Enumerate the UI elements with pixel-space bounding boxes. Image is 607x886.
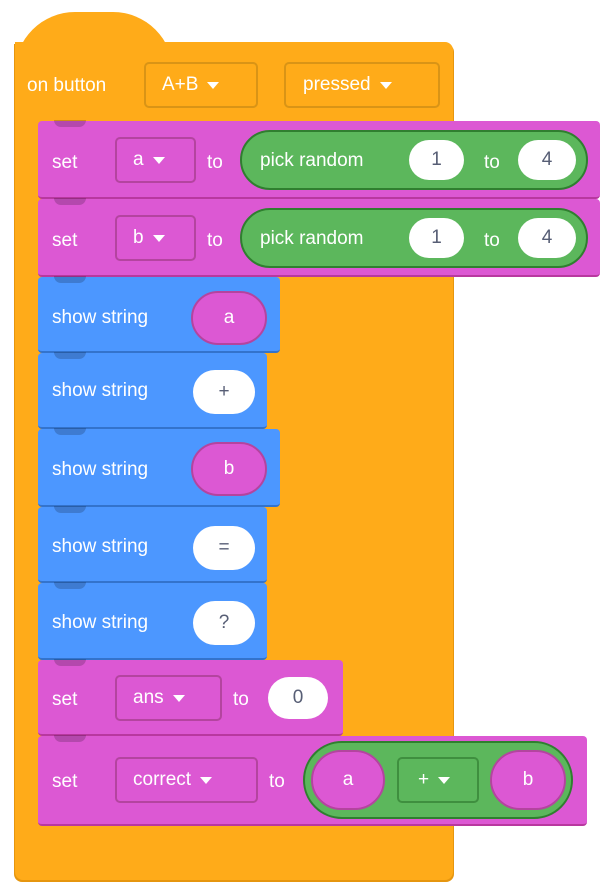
variable-dropdown-ans[interactable]: ans bbox=[115, 675, 222, 721]
block-notch bbox=[54, 659, 86, 666]
string-input[interactable]: + bbox=[193, 370, 255, 414]
set-keyword: set bbox=[52, 152, 78, 173]
variable-reporter-b[interactable]: b bbox=[490, 750, 566, 810]
set-keyword: set bbox=[52, 230, 78, 251]
set-keyword: set bbox=[52, 689, 78, 710]
block-notch bbox=[54, 276, 86, 283]
action-dropdown[interactable]: pressed bbox=[284, 62, 440, 108]
chevron-down-icon bbox=[152, 156, 165, 164]
to-keyword: to bbox=[233, 689, 249, 710]
show-string-label: show string bbox=[52, 380, 149, 401]
pick-random-label: pick random bbox=[260, 150, 364, 171]
chevron-down-icon bbox=[172, 694, 185, 702]
chevron-down-icon bbox=[379, 81, 392, 89]
string-input[interactable]: ? bbox=[193, 601, 255, 645]
string-input[interactable]: = bbox=[193, 526, 255, 570]
variable-dropdown-value: correct bbox=[133, 769, 192, 790]
random-from-input[interactable]: 1 bbox=[409, 140, 464, 180]
variable-dropdown-b[interactable]: b bbox=[115, 215, 196, 261]
action-dropdown-value: pressed bbox=[303, 74, 371, 95]
variable-reporter-a[interactable]: a bbox=[191, 291, 267, 345]
random-to-input[interactable]: 4 bbox=[518, 218, 576, 258]
operator-dropdown-value: + bbox=[418, 769, 430, 790]
block-notch bbox=[54, 582, 86, 589]
event-prefix-label: on button bbox=[27, 75, 107, 96]
variable-dropdown-value: b bbox=[133, 227, 144, 248]
chevron-down-icon bbox=[207, 81, 220, 89]
to-keyword: to bbox=[484, 152, 500, 173]
button-dropdown-value: A+B bbox=[162, 74, 199, 95]
variable-dropdown-value: a bbox=[133, 149, 144, 170]
to-keyword: to bbox=[207, 152, 223, 173]
to-keyword: to bbox=[269, 771, 285, 792]
pick-random-label: pick random bbox=[260, 228, 364, 249]
variable-reporter-a[interactable]: a bbox=[311, 750, 385, 810]
variable-reporter-b[interactable]: b bbox=[191, 442, 267, 496]
block-notch bbox=[54, 120, 86, 127]
block-notch bbox=[54, 506, 86, 513]
block-notch bbox=[54, 428, 86, 435]
to-keyword: to bbox=[484, 230, 500, 251]
show-string-label: show string bbox=[52, 612, 149, 633]
chevron-down-icon bbox=[438, 776, 451, 784]
button-dropdown[interactable]: A+B bbox=[144, 62, 258, 108]
block-notch bbox=[54, 198, 86, 205]
set-keyword: set bbox=[52, 771, 78, 792]
random-to-input[interactable]: 4 bbox=[518, 140, 576, 180]
chevron-down-icon bbox=[152, 234, 165, 242]
show-string-label: show string bbox=[52, 536, 149, 557]
operator-dropdown[interactable]: + bbox=[397, 757, 479, 803]
block-notch bbox=[54, 352, 86, 359]
variable-dropdown-correct[interactable]: correct bbox=[115, 757, 258, 803]
show-string-label: show string bbox=[52, 307, 149, 328]
variable-dropdown-value: ans bbox=[133, 687, 164, 708]
chevron-down-icon bbox=[200, 776, 213, 784]
to-keyword: to bbox=[207, 230, 223, 251]
random-from-input[interactable]: 1 bbox=[409, 218, 464, 258]
show-string-label: show string bbox=[52, 459, 149, 480]
block-notch bbox=[54, 735, 86, 742]
number-input[interactable]: 0 bbox=[268, 677, 328, 719]
variable-dropdown-a[interactable]: a bbox=[115, 137, 196, 183]
